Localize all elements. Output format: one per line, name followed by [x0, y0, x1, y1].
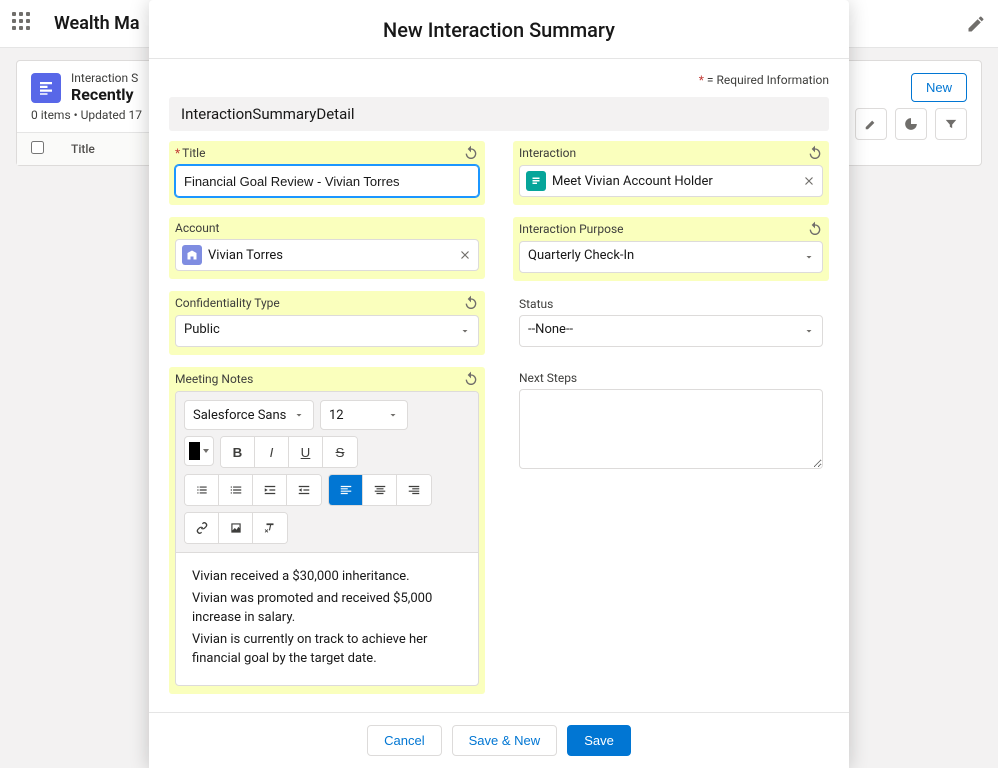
undo-icon[interactable] — [463, 145, 479, 161]
title-label: *Title — [175, 146, 205, 160]
interaction-purpose-label: Interaction Purpose — [519, 222, 624, 236]
required-note: * = Required Information — [169, 73, 829, 87]
clear-icon[interactable] — [458, 248, 472, 262]
related-record-label: Related Record — [175, 710, 256, 713]
confidentiality-label: Confidentiality Type — [175, 296, 280, 310]
link-button[interactable] — [185, 513, 219, 543]
status-label: Status — [519, 297, 553, 311]
account-icon — [182, 245, 202, 265]
font-select[interactable]: Salesforce Sans — [184, 400, 314, 430]
undo-icon[interactable] — [807, 221, 823, 237]
image-button[interactable] — [219, 513, 253, 543]
save-button[interactable]: Save — [567, 725, 631, 756]
text-color-button[interactable] — [184, 436, 214, 466]
modal-title: New Interaction Summary — [149, 0, 849, 59]
number-list-button[interactable] — [219, 475, 253, 505]
account-value: Vivian Torres — [208, 248, 452, 263]
next-steps-label: Next Steps — [519, 371, 577, 385]
italic-button[interactable]: I — [255, 437, 289, 467]
align-left-button[interactable] — [329, 475, 363, 505]
interaction-label: Interaction — [519, 146, 576, 160]
strike-button[interactable]: S — [323, 437, 357, 467]
outdent-button[interactable] — [287, 475, 321, 505]
account-label: Account — [175, 221, 219, 235]
title-input[interactable] — [175, 165, 479, 197]
undo-icon[interactable] — [463, 295, 479, 311]
meeting-notes-label: Meeting Notes — [175, 372, 253, 386]
interaction-value: Meet Vivian Account Holder — [552, 174, 796, 189]
meeting-notes-editor[interactable]: Vivian received a $30,000 inheritance. V… — [176, 553, 478, 685]
interaction-icon — [526, 171, 546, 191]
clear-format-button[interactable] — [253, 513, 287, 543]
undo-icon[interactable] — [463, 371, 479, 387]
status-select[interactable]: --None-- — [519, 315, 823, 347]
confidentiality-select[interactable]: Public — [175, 315, 479, 347]
font-size-select[interactable]: 12 — [320, 400, 408, 430]
underline-button[interactable]: U — [289, 437, 323, 467]
interaction-purpose-select[interactable]: Quarterly Check-In — [519, 241, 823, 273]
align-center-button[interactable] — [363, 475, 397, 505]
account-lookup[interactable]: Vivian Torres — [175, 239, 479, 271]
interaction-lookup[interactable]: Meet Vivian Account Holder — [519, 165, 823, 197]
chevron-down-icon — [387, 409, 399, 421]
bold-button[interactable]: B — [221, 437, 255, 467]
next-steps-textarea[interactable] — [519, 389, 823, 469]
section-title: InteractionSummaryDetail — [169, 97, 829, 131]
save-and-new-button[interactable]: Save & New — [452, 725, 558, 756]
cancel-button[interactable]: Cancel — [367, 725, 441, 756]
undo-icon[interactable] — [807, 145, 823, 161]
bullet-list-button[interactable] — [185, 475, 219, 505]
chevron-down-icon — [293, 409, 305, 421]
indent-button[interactable] — [253, 475, 287, 505]
clear-icon[interactable] — [802, 174, 816, 188]
align-right-button[interactable] — [397, 475, 431, 505]
